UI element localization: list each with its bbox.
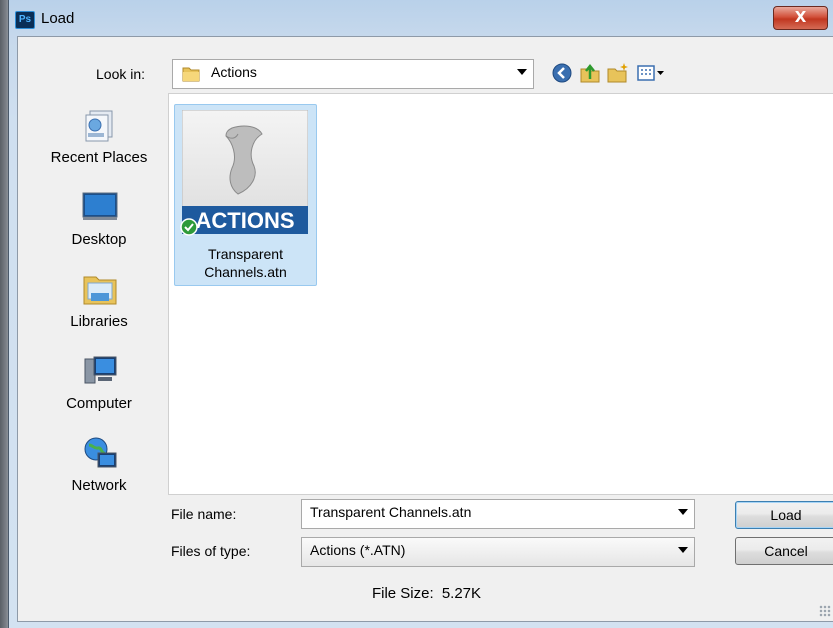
places-bar: Recent Places Desktop Libraries Computer… xyxy=(26,93,172,553)
look-in-dropdown[interactable]: Actions xyxy=(172,59,534,89)
back-icon[interactable] xyxy=(550,61,574,85)
cancel-button[interactable]: Cancel xyxy=(735,537,833,565)
chevron-down-icon xyxy=(678,547,688,553)
file-size-status: File Size: 5.27K xyxy=(18,585,833,602)
window-title: Load xyxy=(41,10,75,27)
file-item[interactable]: ACTIONS Transparent Channels.atn xyxy=(174,104,317,286)
place-desktop[interactable]: Desktop xyxy=(26,189,172,269)
close-button[interactable]: X xyxy=(773,6,828,30)
place-label: Recent Places xyxy=(50,149,148,166)
computer-icon xyxy=(84,356,117,384)
desktop-icon xyxy=(82,192,118,220)
dialog-body: Look in: Actions Recent Places Desktop L… xyxy=(17,36,833,622)
up-folder-icon[interactable] xyxy=(578,61,602,85)
libraries-icon xyxy=(83,276,117,305)
file-name-label: File name: xyxy=(171,506,237,522)
actions-banner-text: ACTIONS xyxy=(196,208,295,233)
folder-icon xyxy=(182,67,200,82)
chevron-down-icon[interactable] xyxy=(678,509,688,515)
chevron-down-icon xyxy=(517,69,527,75)
title-bar[interactable]: Ps Load X xyxy=(9,0,833,36)
place-network[interactable]: Network xyxy=(26,435,172,515)
load-button[interactable]: Load xyxy=(735,501,833,529)
look-in-value: Actions xyxy=(211,64,257,80)
actions-file-thumbnail: ACTIONS xyxy=(182,110,308,234)
view-menu-icon[interactable] xyxy=(636,61,666,85)
recent-places-icon xyxy=(85,110,113,142)
file-type-dropdown[interactable]: Actions (*.ATN) xyxy=(301,537,695,567)
file-name-value: Transparent Channels.atn xyxy=(310,504,472,520)
file-size-label: File Size: xyxy=(371,585,434,602)
place-label: Libraries xyxy=(70,313,128,330)
look-in-label: Look in: xyxy=(96,66,146,82)
network-icon xyxy=(84,437,117,468)
checkmark-icon xyxy=(180,218,198,236)
place-label: Computer xyxy=(66,395,132,412)
place-label: Network xyxy=(71,477,127,494)
place-libraries[interactable]: Libraries xyxy=(26,271,172,351)
file-name-input[interactable]: Transparent Channels.atn xyxy=(301,499,695,529)
place-recent-places[interactable]: Recent Places xyxy=(26,107,172,187)
resize-grip[interactable] xyxy=(819,605,831,617)
file-name-line1: Transparent xyxy=(208,246,283,262)
file-size-value: 5.27K xyxy=(441,585,482,602)
photoshop-app-icon: Ps xyxy=(15,11,35,29)
new-folder-icon[interactable] xyxy=(606,61,630,85)
file-name-label: Transparent Channels.atn xyxy=(175,245,316,281)
file-name-line2: Channels.atn xyxy=(204,264,287,280)
place-label: Desktop xyxy=(71,231,127,248)
file-list[interactable]: ACTIONS Transparent Channels.atn xyxy=(168,93,833,495)
load-dialog: Ps Load X Look in: Actions Recent Places… xyxy=(8,0,833,628)
file-type-value: Actions (*.ATN) xyxy=(310,542,406,558)
place-computer[interactable]: Computer xyxy=(26,353,172,433)
file-type-label: Files of type: xyxy=(171,543,251,559)
